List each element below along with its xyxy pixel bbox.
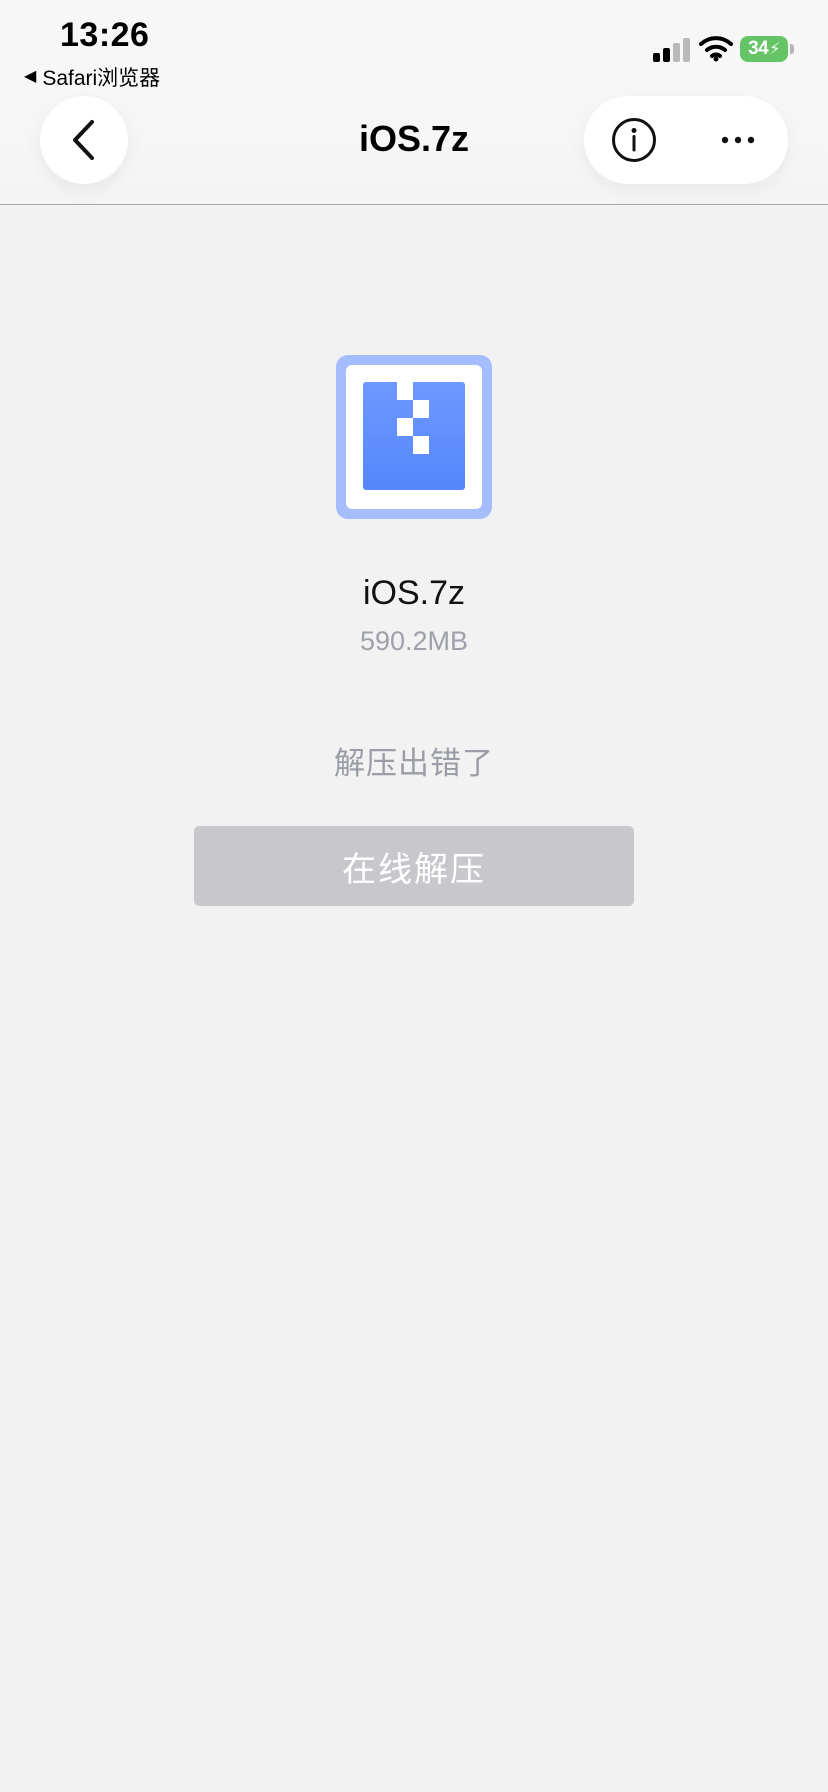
status-bar: 13:26 ◀ Safari浏览器 34 ⚡ — [0, 0, 828, 92]
mini-program-capsule — [584, 96, 788, 184]
page-title: iOS.7z — [358, 118, 470, 159]
back-triangle-icon: ◀ — [24, 68, 37, 85]
status-time: 13:26 — [60, 16, 150, 54]
info-button[interactable] — [608, 114, 660, 166]
back-button[interactable] — [40, 96, 128, 184]
more-icon — [721, 136, 755, 144]
battery-level: 34 — [748, 38, 769, 59]
file-size: 590.2MB — [359, 626, 469, 656]
nav-bar: iOS.7z — [0, 92, 828, 205]
info-icon — [612, 118, 656, 162]
cellular-signal-icon — [653, 38, 691, 62]
battery-nub — [790, 44, 794, 54]
archive-file-icon — [336, 355, 492, 519]
back-to-safari-label: Safari浏览器 — [42, 67, 161, 90]
more-button[interactable] — [712, 114, 764, 166]
battery-icon: 34 ⚡ — [740, 36, 788, 62]
wifi-icon — [699, 36, 733, 62]
back-to-safari-link[interactable]: ◀ Safari浏览器 — [24, 62, 160, 92]
online-extract-button[interactable]: 在线解压 — [194, 826, 634, 906]
file-name: iOS.7z — [362, 574, 466, 612]
extract-error-message: 解压出错了 — [334, 746, 494, 781]
chevron-left-icon — [73, 120, 94, 160]
charging-bolt-icon: ⚡ — [769, 41, 780, 58]
